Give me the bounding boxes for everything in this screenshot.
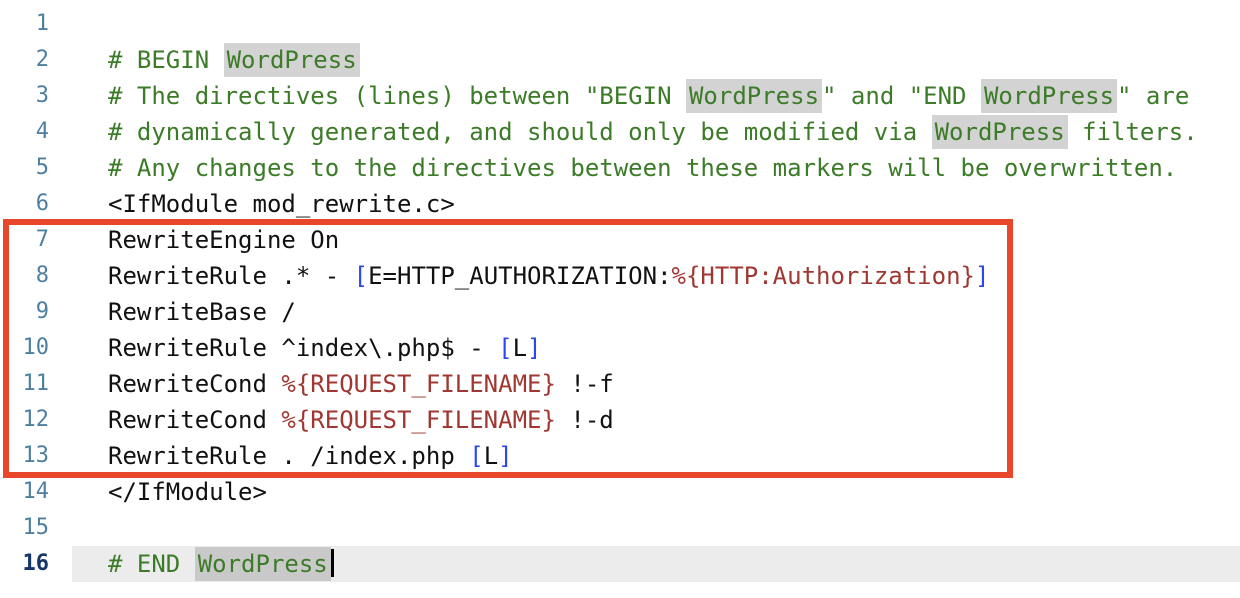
- line-number: 12: [0, 402, 72, 438]
- code-line[interactable]: 15: [0, 510, 1240, 546]
- code-line[interactable]: 2# BEGIN WordPress: [0, 42, 1240, 78]
- code-line[interactable]: 13RewriteRule . /index.php [L]: [0, 438, 1240, 474]
- code-line[interactable]: 10RewriteRule ^index\.php$ - [L]: [0, 330, 1240, 366]
- code-text[interactable]: RewriteCond %{REQUEST_FILENAME} !-d: [72, 402, 1240, 438]
- code-line[interactable]: 1: [0, 6, 1240, 42]
- line-number: 10: [0, 330, 72, 366]
- code-token: E=HTTP_AUTHORIZATION:: [368, 262, 671, 290]
- line-number: 3: [0, 78, 72, 114]
- code-line[interactable]: 8RewriteRule .* - [E=HTTP_AUTHORIZATION:…: [0, 258, 1240, 294]
- code-line[interactable]: 14 </IfModule>: [0, 474, 1240, 510]
- code-text[interactable]: RewriteRule . /index.php [L]: [72, 438, 1240, 474]
- search-match-highlight: WordPress: [932, 115, 1068, 149]
- text-cursor: [331, 549, 334, 577]
- line-number: 6: [0, 186, 72, 222]
- comment-token: # END: [108, 550, 195, 578]
- comment-token: " are: [1117, 82, 1189, 110]
- code-editor[interactable]: 12# BEGIN WordPress3# The directives (li…: [0, 0, 1240, 598]
- line-number: 2: [0, 42, 72, 78]
- bracket-token: ]: [527, 334, 541, 362]
- code-line[interactable]: 4 # dynamically generated, and should onl…: [0, 114, 1240, 150]
- code-text[interactable]: RewriteEngine On: [72, 222, 1240, 258]
- line-number: 13: [0, 438, 72, 474]
- bracket-token: [: [498, 334, 512, 362]
- code-token: !-d: [556, 406, 614, 434]
- code-text[interactable]: # Any changes to the directives between …: [72, 150, 1240, 186]
- code-line[interactable]: 3# The directives (lines) between "BEGIN…: [0, 78, 1240, 114]
- code-text[interactable]: # BEGIN WordPress: [72, 42, 1240, 78]
- code-text[interactable]: # The directives (lines) between "BEGIN …: [72, 78, 1240, 114]
- line-number: 9: [0, 294, 72, 330]
- code-token: RewriteCond: [108, 406, 281, 434]
- code-text[interactable]: RewriteCond %{REQUEST_FILENAME} !-f: [72, 366, 1240, 402]
- code-line[interactable]: 12RewriteCond %{REQUEST_FILENAME} !-d: [0, 402, 1240, 438]
- code-line[interactable]: 6 <IfModule mod_rewrite.c>: [0, 186, 1240, 222]
- line-number: 5: [0, 150, 72, 186]
- bracket-token: ]: [498, 442, 512, 470]
- code-lines: 12# BEGIN WordPress3# The directives (li…: [0, 0, 1240, 582]
- code-token: RewriteRule . /index.php: [108, 442, 469, 470]
- variable-token: %{HTTP:Authorization}: [672, 262, 975, 290]
- search-match-highlight: WordPress: [224, 43, 360, 77]
- active-search-match-highlight: WordPress: [195, 547, 331, 581]
- code-line[interactable]: 9 RewriteBase /: [0, 294, 1240, 330]
- comment-token: filters.: [1068, 118, 1198, 146]
- code-token: RewriteCond: [108, 370, 281, 398]
- code-token: RewriteRule ^index\.php$ -: [108, 334, 498, 362]
- code-token: !-f: [556, 370, 614, 398]
- code-line[interactable]: 11RewriteCond %{REQUEST_FILENAME} !-f: [0, 366, 1240, 402]
- variable-token: %{REQUEST_FILENAME}: [281, 406, 556, 434]
- code-line[interactable]: 5 # Any changes to the directives between…: [0, 150, 1240, 186]
- bracket-token: ]: [975, 262, 989, 290]
- code-token: L: [484, 442, 498, 470]
- comment-token: # BEGIN: [108, 46, 224, 74]
- bracket-token: [: [469, 442, 483, 470]
- code-token: </IfModule>: [108, 478, 267, 506]
- code-line[interactable]: 7 RewriteEngine On: [0, 222, 1240, 258]
- code-text[interactable]: RewriteRule ^index\.php$ - [L]: [72, 330, 1240, 366]
- variable-token: %{REQUEST_FILENAME}: [281, 370, 556, 398]
- code-text[interactable]: # dynamically generated, and should only…: [72, 114, 1240, 150]
- code-text[interactable]: </IfModule>: [72, 474, 1240, 510]
- code-token: <IfModule mod_rewrite.c>: [108, 190, 455, 218]
- code-text[interactable]: [72, 510, 1240, 546]
- code-text[interactable]: RewriteRule .* - [E=HTTP_AUTHORIZATION:%…: [72, 258, 1240, 294]
- bracket-token: [: [354, 262, 368, 290]
- comment-token: " and "END: [822, 82, 981, 110]
- search-match-highlight: WordPress: [981, 79, 1117, 113]
- code-text[interactable]: RewriteBase /: [72, 294, 1240, 330]
- line-number: 7: [0, 222, 72, 258]
- comment-token: # Any changes to the directives between …: [108, 154, 1177, 182]
- code-token: L: [513, 334, 527, 362]
- line-number: 15: [0, 510, 72, 546]
- line-number: 16: [0, 546, 72, 582]
- code-text[interactable]: # END WordPress: [72, 546, 1240, 582]
- code-token: RewriteEngine On: [108, 226, 339, 254]
- search-match-highlight: WordPress: [686, 79, 822, 113]
- code-token: RewriteBase /: [108, 298, 296, 326]
- line-number: 14: [0, 474, 72, 510]
- code-text[interactable]: <IfModule mod_rewrite.c>: [72, 186, 1240, 222]
- comment-token: # dynamically generated, and should only…: [108, 118, 932, 146]
- code-text[interactable]: [72, 6, 1240, 42]
- line-number: 11: [0, 366, 72, 402]
- code-line-active[interactable]: 16# END WordPress: [0, 546, 1240, 582]
- code-token: RewriteRule .* -: [108, 262, 354, 290]
- line-number: 8: [0, 258, 72, 294]
- line-number: 1: [0, 6, 72, 42]
- line-number: 4: [0, 114, 72, 150]
- comment-token: # The directives (lines) between "BEGIN: [108, 82, 686, 110]
